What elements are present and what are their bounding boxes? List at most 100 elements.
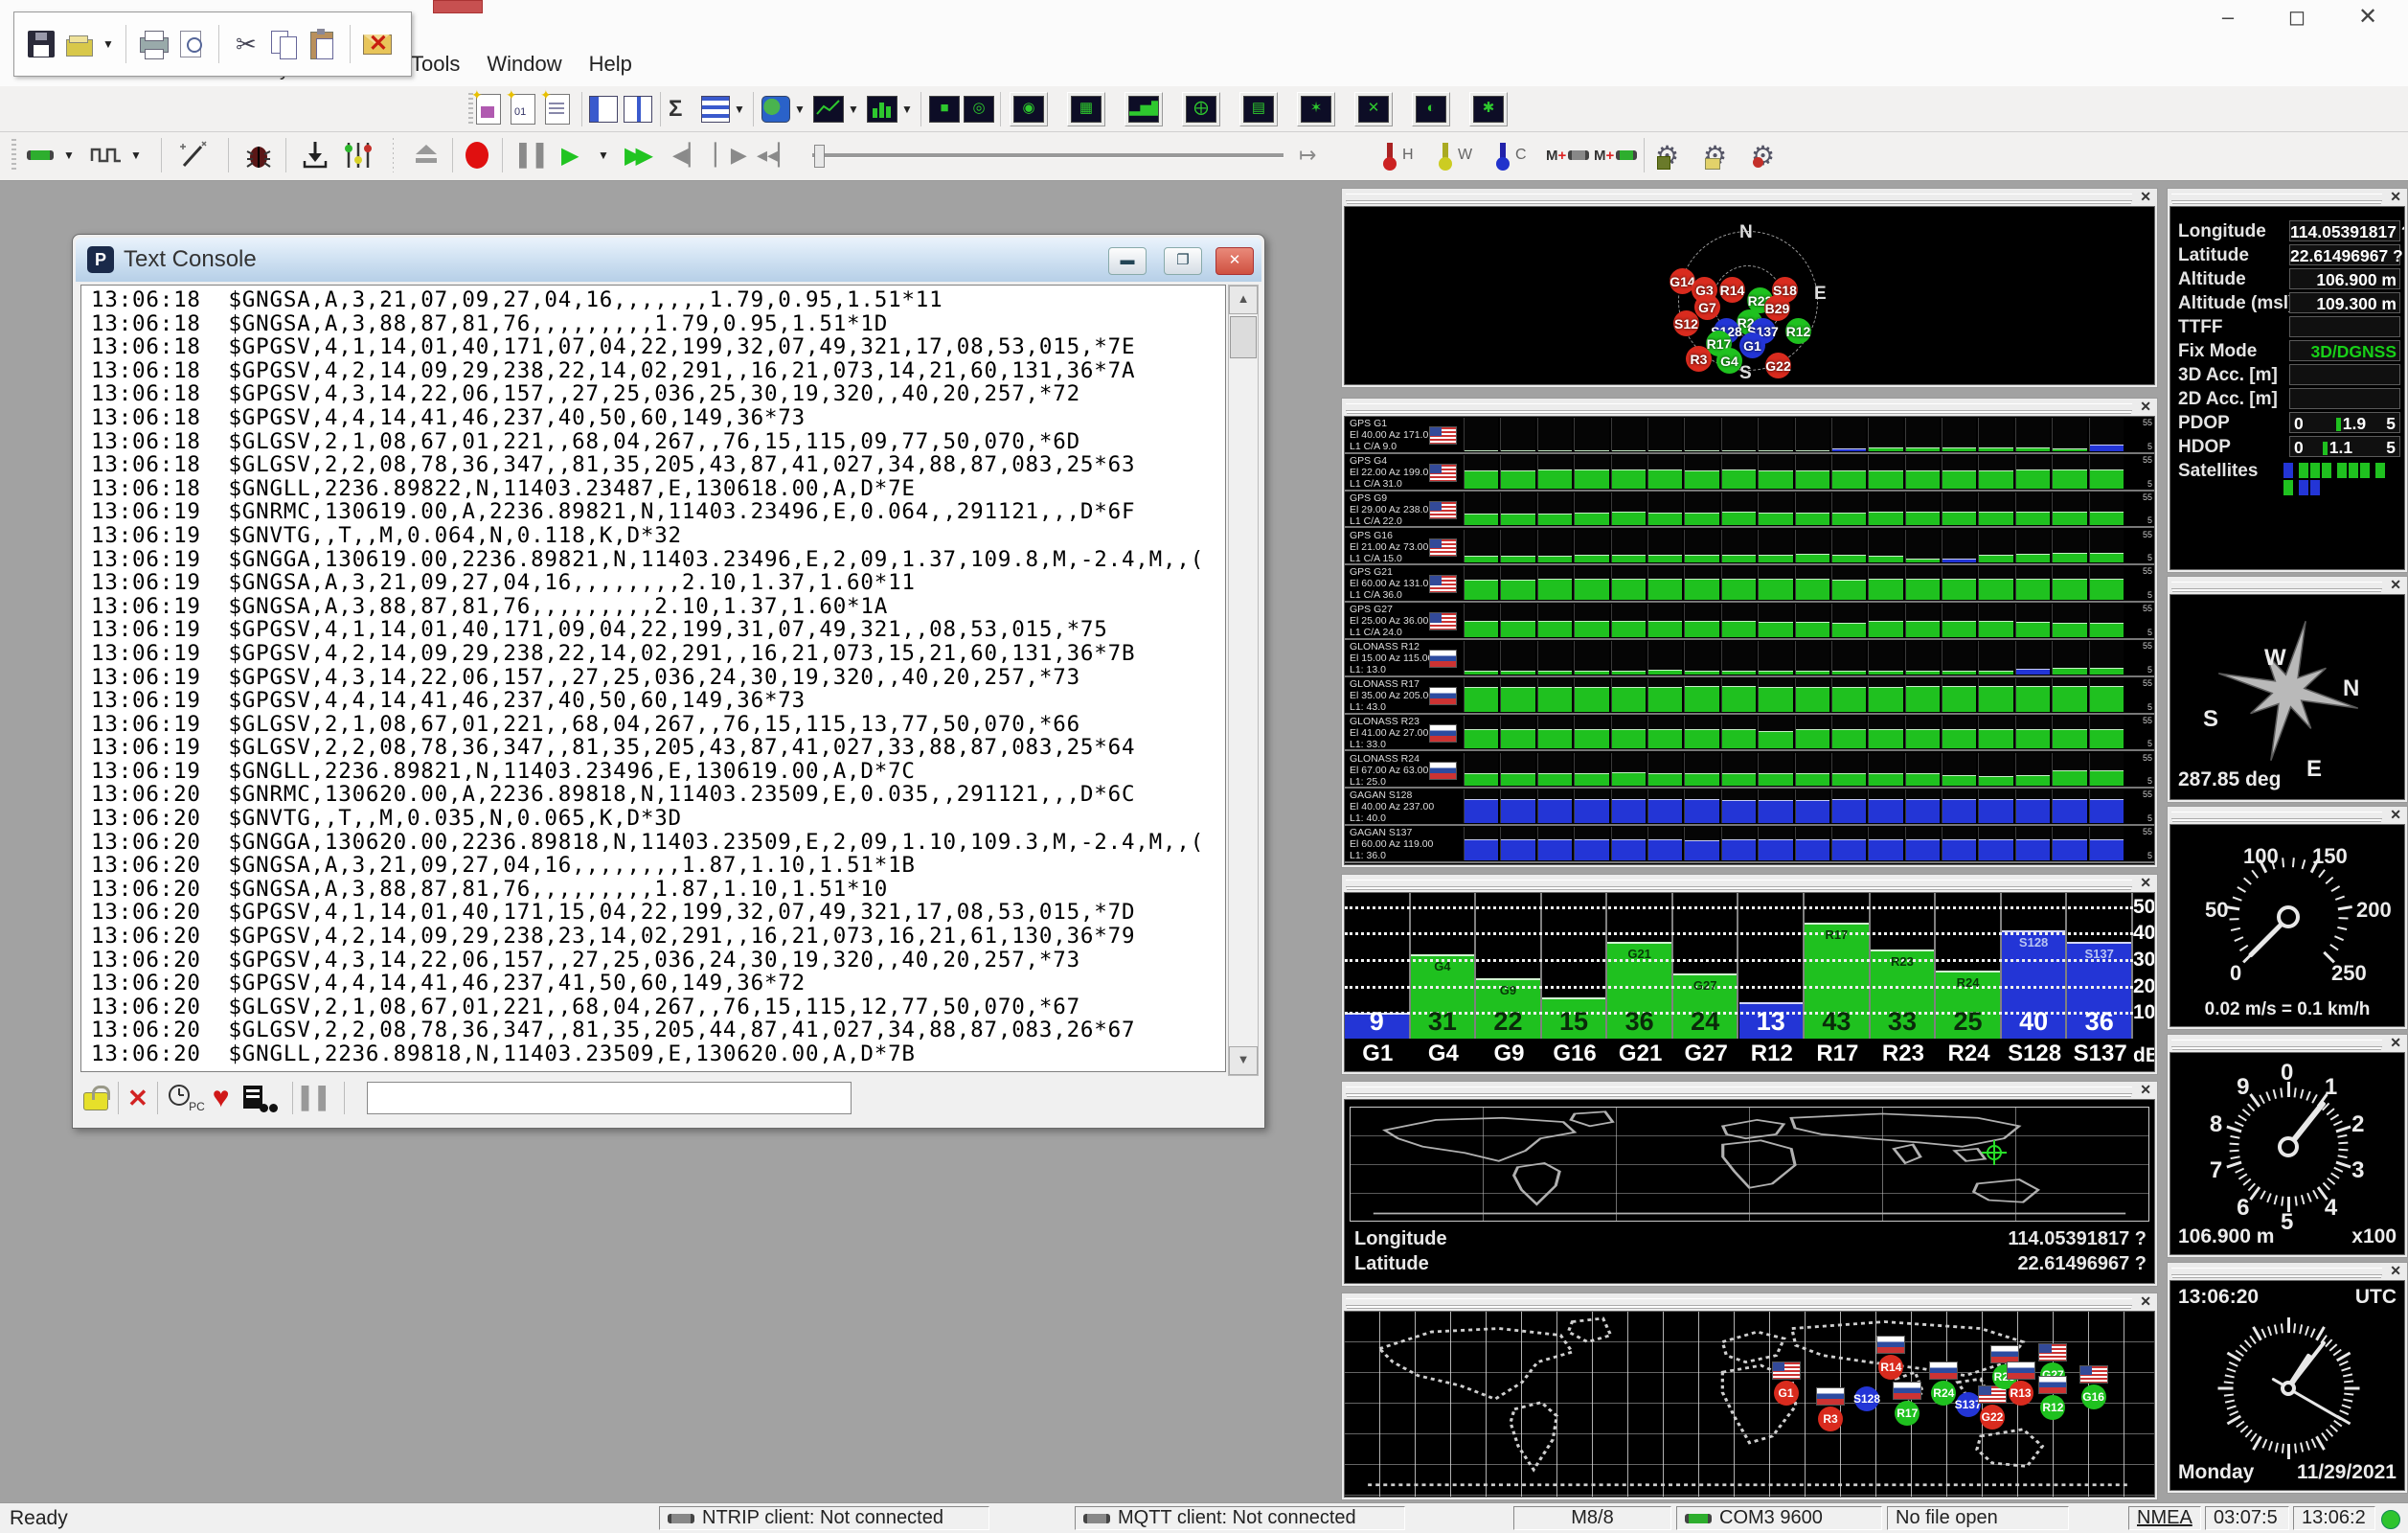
message-filter-icon[interactable] [341, 137, 375, 173]
deviation-map-icon[interactable]: ■ [929, 91, 960, 127]
docked-view-3-icon[interactable]: ▂▅▇ [1124, 91, 1163, 127]
autobaud-wand-icon[interactable] [176, 137, 211, 173]
signal-strength-close-icon[interactable]: ✕ [2140, 875, 2151, 891]
console-filter-input[interactable] [367, 1082, 852, 1114]
histogram-view-icon[interactable] [867, 91, 897, 127]
console-restore-icon[interactable]: ❐ [1164, 247, 1202, 275]
paste-icon[interactable] [307, 28, 339, 60]
heartbeat-icon[interactable]: ♥ [213, 1082, 230, 1114]
status-mqtt[interactable]: MQTT client: Not connected [1075, 1506, 1405, 1530]
firmware-download-icon[interactable] [301, 137, 329, 173]
clock-panel-strip[interactable]: ✕ [2168, 1263, 2407, 1279]
warm-start-icon[interactable]: W [1435, 137, 1472, 173]
docked-view-5-icon[interactable]: ▤ [1239, 91, 1278, 127]
scrollbar-thumb[interactable] [1230, 316, 1257, 358]
data-panel-strip[interactable]: ✕ [2168, 189, 2407, 205]
console-minimize-icon[interactable]: ▬ [1108, 247, 1147, 275]
toolbar-grip[interactable] [6, 137, 22, 173]
play-icon[interactable]: ▶ [561, 137, 579, 173]
menu-help[interactable]: Help [576, 44, 646, 84]
console-close-icon[interactable]: ✕ [1215, 247, 1254, 275]
skip-to-end-icon[interactable]: ↦ [1299, 137, 1316, 173]
satellite-map-close-icon[interactable]: ✕ [2140, 1293, 2151, 1310]
pause-icon[interactable]: ▌▌ [519, 137, 553, 173]
message-enable-icon[interactable]: M+ [1594, 137, 1645, 173]
map-view-icon[interactable] [761, 91, 790, 127]
cold-start-icon[interactable]: C [1492, 137, 1527, 173]
close-icon[interactable]: ✕ [2341, 2, 2395, 34]
console-log[interactable]: 13:06:18 $GNGSA,A,3,21,07,09,27,04,16,,,… [80, 285, 1226, 1072]
revert-config-icon[interactable]: ⚙ [1751, 137, 1775, 173]
message-poll-icon[interactable]: M+ [1546, 137, 1597, 173]
sky-view-close-icon[interactable]: ✕ [2140, 189, 2151, 205]
save-config-icon[interactable]: ⚙ [1655, 137, 1679, 173]
sky-view-icon[interactable]: ◎ [964, 91, 994, 127]
status-utc-time[interactable]: 13:06:2 [2293, 1506, 2375, 1530]
maximize-icon[interactable]: ◻ [2270, 2, 2324, 34]
autoscroll-lock-icon[interactable] [80, 1084, 109, 1112]
docked-view-9-icon[interactable]: ✱ [1469, 91, 1508, 127]
signal-history-panel-strip[interactable]: ✕ [1342, 399, 2157, 415]
signal-history-close-icon[interactable]: ✕ [2140, 399, 2151, 415]
playback-slider-thumb[interactable] [814, 145, 825, 168]
chart-view-dropdown-icon[interactable]: ▼ [848, 91, 859, 127]
debug-bug-icon[interactable] [243, 137, 274, 173]
map-view-dropdown-icon[interactable]: ▼ [794, 91, 806, 127]
docked-view-1-icon[interactable]: ◉ [1010, 91, 1048, 127]
status-com-port[interactable]: COM3 9600 [1676, 1506, 1882, 1530]
speedometer-panel-strip[interactable]: ✕ [2168, 807, 2407, 823]
pc-time-icon[interactable]: PC [167, 1083, 205, 1113]
histogram-view-dropdown-icon[interactable]: ▼ [901, 91, 913, 127]
playback-slider[interactable] [812, 153, 1284, 158]
signal-strength-panel-strip[interactable]: ✕ [1342, 875, 2157, 891]
docked-view-2-icon[interactable]: ▦ [1067, 91, 1105, 127]
altimeter-panel-strip[interactable]: ✕ [2168, 1035, 2407, 1051]
eject-icon[interactable] [412, 137, 441, 173]
baudrate-icon[interactable] [90, 137, 123, 173]
speedometer-close-icon[interactable]: ✕ [2390, 807, 2401, 823]
open-dropdown-icon[interactable]: ▼ [102, 37, 114, 51]
table-view-dropdown-icon[interactable]: ▼ [734, 91, 745, 127]
text-console-window[interactable]: P Text Console ▬ ❐ ✕ 13:06:18 $GNGSA,A,3… [72, 234, 1265, 1129]
save-icon[interactable] [25, 28, 57, 60]
status-ntrip[interactable]: NTRIP client: Not connected [659, 1506, 989, 1530]
step-forward-icon[interactable]: ▏▶ [715, 137, 747, 173]
hot-start-icon[interactable]: H [1379, 137, 1414, 173]
log-search-icon[interactable] [243, 1084, 278, 1112]
clock-close-icon[interactable]: ✕ [2390, 1263, 2401, 1279]
scroll-up-icon[interactable]: ▲ [1229, 286, 1258, 314]
new-text-view-icon[interactable]: ✦ [545, 91, 570, 127]
status-runtime[interactable]: 03:07:5 [2205, 1506, 2289, 1530]
connect-dropdown-icon[interactable]: ▼ [63, 137, 75, 173]
docked-view-6-icon[interactable]: ✶ [1297, 91, 1335, 127]
world-position-panel-strip[interactable]: ✕ [1342, 1082, 2157, 1098]
compass-panel-strip[interactable]: ✕ [2168, 577, 2407, 593]
status-receiver-model[interactable]: M8/8 [1513, 1506, 1671, 1530]
console-scrollbar[interactable]: ▲ ▼ [1228, 285, 1259, 1076]
baudrate-dropdown-icon[interactable]: ▼ [130, 137, 142, 173]
chart-view-icon[interactable] [813, 91, 844, 127]
satellite-map-panel-strip[interactable]: ✕ [1342, 1293, 2157, 1310]
print-icon[interactable] [137, 28, 170, 60]
minimize-icon[interactable]: – [2201, 2, 2255, 34]
open-file-icon[interactable] [63, 28, 96, 60]
record-icon[interactable] [466, 137, 488, 173]
text-console-title-bar[interactable]: P Text Console ▬ ❐ ✕ [76, 238, 1261, 282]
data-panel-close-icon[interactable]: ✕ [2390, 189, 2401, 205]
statistics-view-icon[interactable]: Σ [669, 91, 682, 127]
split-vertical-icon[interactable] [624, 91, 652, 127]
mail-delete-icon[interactable]: ✕ [361, 28, 394, 60]
console-pause-icon[interactable]: ▌▌ [302, 1086, 335, 1110]
new-binary-view-icon[interactable]: ✦01 [511, 91, 535, 127]
new-packet-view-icon[interactable]: ✦ [476, 91, 501, 127]
world-position-close-icon[interactable]: ✕ [2140, 1082, 2151, 1098]
table-view-icon[interactable] [701, 91, 730, 127]
connect-receiver-icon[interactable] [27, 137, 54, 173]
floating-toolbar-close-fragment[interactable] [433, 0, 483, 13]
scroll-down-icon[interactable]: ▼ [1229, 1046, 1258, 1075]
altimeter-close-icon[interactable]: ✕ [2390, 1035, 2401, 1051]
load-config-icon[interactable]: ⚙ [1703, 137, 1727, 173]
compass-close-icon[interactable]: ✕ [2390, 577, 2401, 593]
skip-to-start-icon[interactable]: ◂◂▏ [757, 137, 794, 173]
docked-view-7-icon[interactable]: ✕ [1354, 91, 1393, 127]
